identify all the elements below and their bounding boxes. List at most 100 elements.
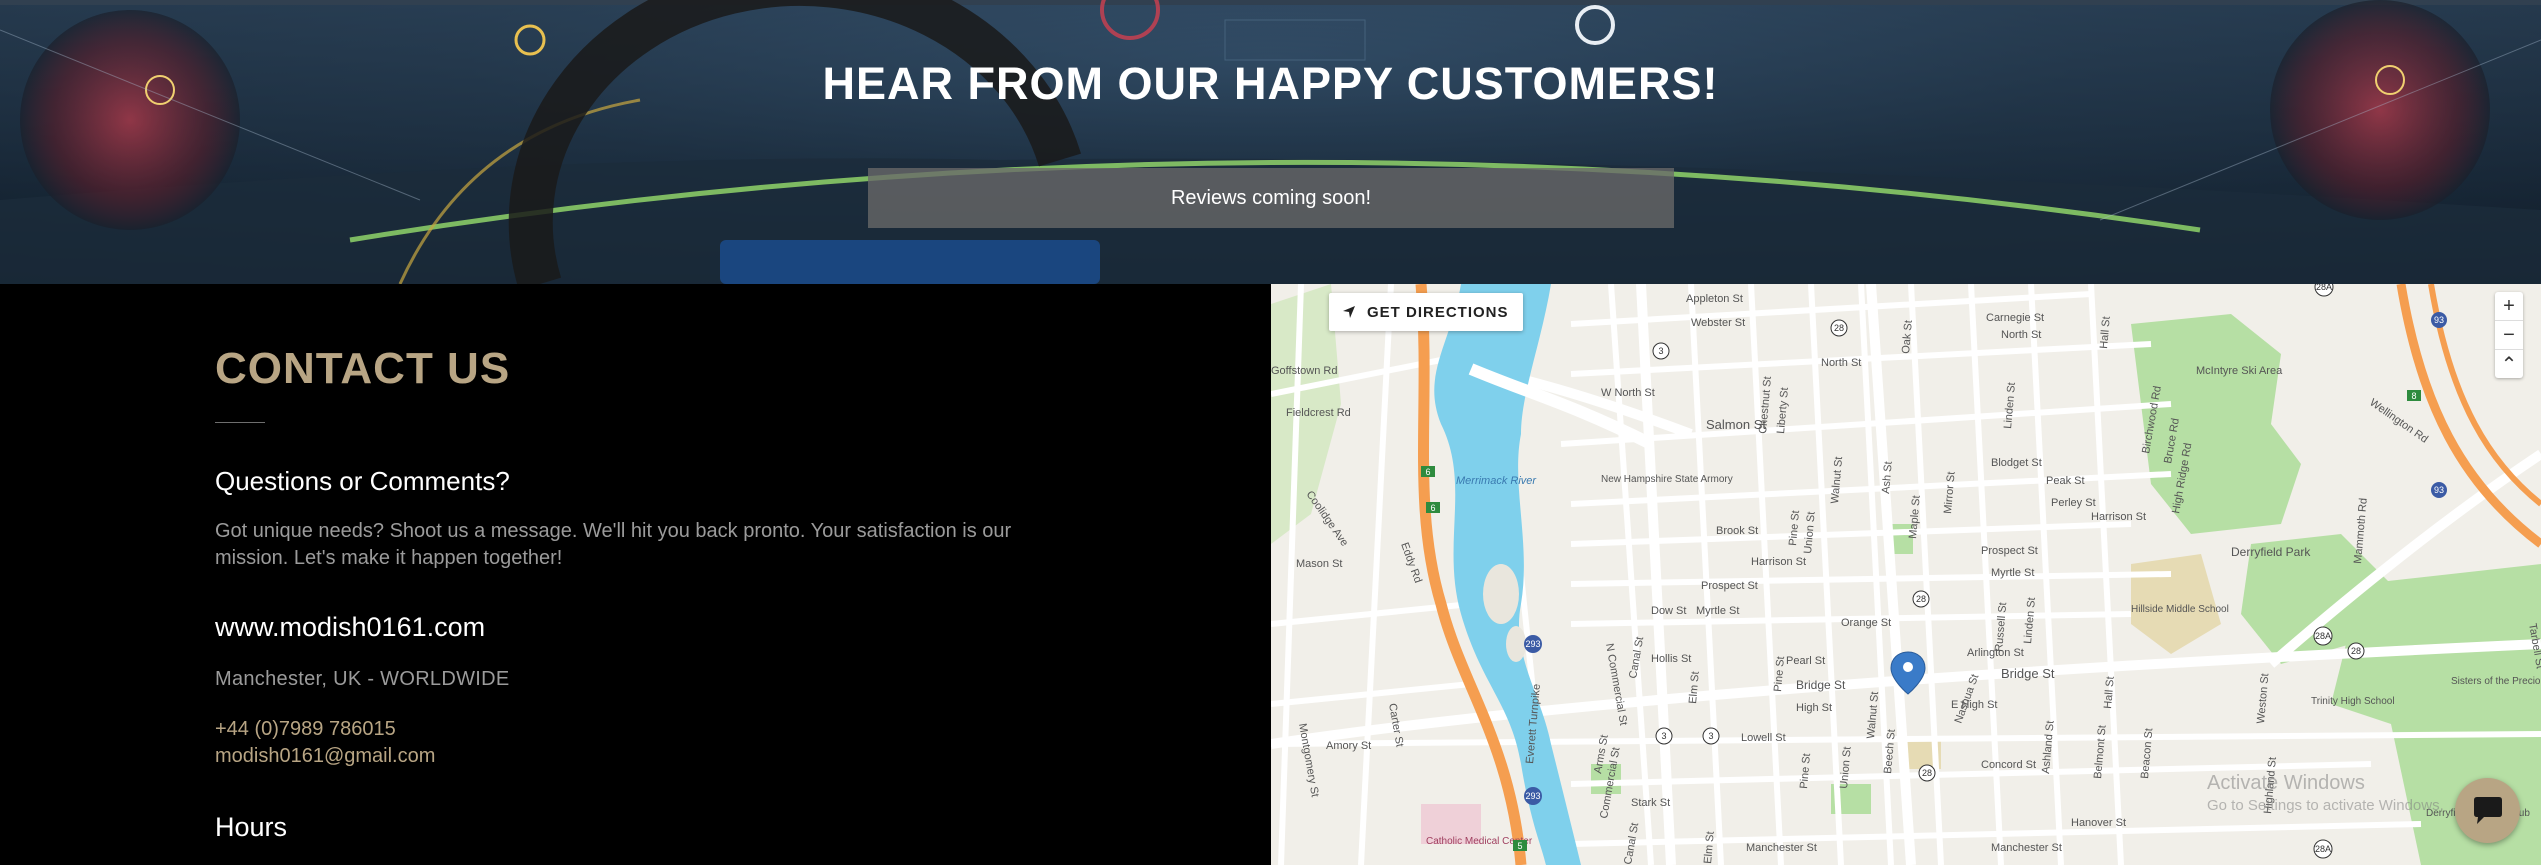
- label-wellington: Wellington Rd: [2367, 397, 2430, 446]
- label-pine-2: Pine St: [1798, 753, 1813, 789]
- label-walnut: Walnut St: [1829, 456, 1845, 504]
- label-manchester: Manchester St: [1746, 842, 1817, 854]
- label-prospect-2: Prospect St: [1981, 545, 2038, 557]
- label-appleton: Appleton St: [1686, 293, 1743, 305]
- route-shield-label: 293: [1525, 639, 1540, 649]
- label-peak: Peak St: [2046, 475, 2085, 487]
- label-linden-2: Linden St: [2022, 597, 2038, 644]
- label-manchester-2: Manchester St: [1991, 842, 2062, 854]
- windows-watermark-title: Activate Windows: [2207, 772, 2365, 794]
- reset-north-button[interactable]: ⌃: [2495, 350, 2523, 378]
- label-hillside: Hillside Middle School: [2131, 604, 2229, 615]
- zoom-out-button[interactable]: −: [2495, 321, 2523, 350]
- title-divider: [215, 422, 265, 423]
- label-weston: Weston St: [2255, 673, 2271, 724]
- label-chestnut: Chestnut St: [1757, 376, 1774, 434]
- testimonials-hero: HEAR FROM OUR HAPPY CUSTOMERS! Reviews c…: [0, 0, 2541, 284]
- label-myrtle-2: Myrtle St: [1991, 567, 2034, 579]
- questions-heading: Questions or Comments?: [215, 466, 510, 496]
- label-armory: New Hampshire State Armory: [1601, 474, 1733, 485]
- label-coolidge: Coolidge Ave: [1304, 489, 1351, 549]
- label-mcintyre: McIntyre Ski Area: [2196, 365, 2283, 377]
- route-shield-label: 3: [1708, 731, 1713, 741]
- river-island: [1506, 626, 1526, 662]
- navigation-arrow-icon: [1343, 306, 1355, 318]
- label-myrtle: Myrtle St: [1696, 605, 1739, 617]
- testimonials-heading: HEAR FROM OUR HAPPY CUSTOMERS!: [822, 58, 1719, 109]
- river-island: [1483, 564, 1519, 624]
- label-n-commercial: N Commercial St: [1603, 642, 1629, 726]
- label-dow: Dow St: [1651, 605, 1686, 617]
- label-stark: Stark St: [1631, 797, 1670, 809]
- reviews-placeholder: Reviews coming soon!: [868, 168, 1674, 228]
- get-directions-label: GET DIRECTIONS: [1367, 303, 1509, 321]
- route-shield-label: 28: [1916, 594, 1926, 604]
- exit-marker-label: 6: [1425, 467, 1430, 477]
- hours-heading: Hours: [215, 812, 288, 842]
- label-brook: Brook St: [1716, 525, 1758, 537]
- label-mirror: Mirror St: [1942, 471, 1958, 514]
- route-shield-label: 28: [2351, 646, 2361, 656]
- label-north-st-2: North St: [1821, 357, 1861, 369]
- label-mammoth: Mammoth Rd: [2352, 497, 2370, 564]
- exit-marker-label: 5: [1517, 841, 1522, 851]
- chat-widget-button[interactable]: [2455, 778, 2520, 843]
- label-orange: Orange St: [1841, 617, 1891, 629]
- questions-text: Got unique needs? Shoot us a message. We…: [215, 520, 1012, 569]
- label-blodget: Blodget St: [1991, 457, 2042, 469]
- label-w-north: W North St: [1601, 387, 1655, 399]
- label-canal: Canal St: [1627, 636, 1646, 680]
- website-link[interactable]: www.modish0161.com: [215, 612, 485, 643]
- label-eddy: Eddy Rd: [1398, 541, 1424, 585]
- car-dashboard-background-image: [0, 0, 2541, 284]
- label-high: High St: [1796, 702, 1832, 714]
- label-mason: Mason St: [1296, 558, 1342, 570]
- label-pine: Pine St: [1787, 510, 1802, 546]
- label-trinity: Trinity High School: [2311, 696, 2395, 707]
- label-carnegie: Carnegie St: [1986, 312, 2044, 324]
- label-bridge: Bridge St: [2001, 666, 2055, 681]
- windows-watermark-subtitle: Go to Settings to activate Windows.: [2207, 797, 2444, 814]
- exit-marker-label: 8: [2411, 391, 2416, 401]
- email-link[interactable]: modish0161@gmail.com: [215, 745, 435, 768]
- route-shield-label: 28: [1834, 323, 1844, 333]
- label-fieldcrest: Fieldcrest Rd: [1286, 407, 1351, 419]
- reviews-text: Reviews coming soon!: [1170, 186, 1372, 209]
- route-shield-label: 28A: [2315, 844, 2331, 854]
- contact-title: CONTACT US: [215, 344, 511, 393]
- route-shield-label: 93: [2434, 315, 2444, 325]
- route-shield-label: 28A: [2316, 284, 2332, 292]
- zoom-in-button[interactable]: +: [2495, 292, 2523, 321]
- route-shield-label: 3: [1661, 731, 1666, 741]
- phone-link[interactable]: +44 (0)7989 786015: [215, 718, 396, 741]
- label-river: Merrimack River: [1456, 475, 1537, 487]
- label-amory: Amory St: [1326, 740, 1371, 752]
- label-russell: Russell St: [1993, 602, 2009, 652]
- route-shield-label: 3: [1658, 346, 1663, 356]
- label-webster: Webster St: [1691, 317, 1745, 329]
- minus-icon: −: [2503, 323, 2515, 346]
- label-hanover: Hanover St: [2071, 817, 2126, 829]
- get-directions-button[interactable]: GET DIRECTIONS: [1329, 293, 1523, 331]
- label-union-2: Union St: [1838, 746, 1854, 789]
- label-walnut-2: Walnut St: [1865, 691, 1881, 739]
- label-elm-2: Elm St: [1702, 831, 1717, 864]
- label-perley: Perley St: [2051, 497, 2096, 509]
- location-map[interactable]: Appleton St Webster St Carnegie St North…: [1271, 284, 2541, 865]
- label-union: Union St: [1802, 511, 1818, 554]
- label-beech: Beech St: [1882, 729, 1898, 775]
- route-shield-label: 93: [2434, 485, 2444, 495]
- location-text: Manchester, UK - WORLDWIDE: [215, 668, 510, 690]
- map-zoom-controls: + − ⌃: [2495, 292, 2523, 378]
- label-lowell: Lowell St: [1741, 732, 1786, 744]
- exit-marker-label: 6: [1430, 503, 1435, 513]
- route-shield-label: 28A: [2315, 631, 2331, 641]
- route-shield-label: 28: [1922, 768, 1932, 778]
- label-pearl: Pearl St: [1786, 655, 1825, 667]
- compass-icon: ⌃: [2500, 353, 2518, 376]
- contact-section: CONTACT US Questions or Comments? Got un…: [0, 284, 1271, 865]
- label-sisters: Sisters of the Precious Blood: [2451, 676, 2541, 687]
- label-goffstown: Goffstown Rd: [1271, 365, 1337, 377]
- label-derryfield: Derryfield Park: [2231, 545, 2311, 559]
- label-bridge-2: Bridge St: [1796, 678, 1846, 692]
